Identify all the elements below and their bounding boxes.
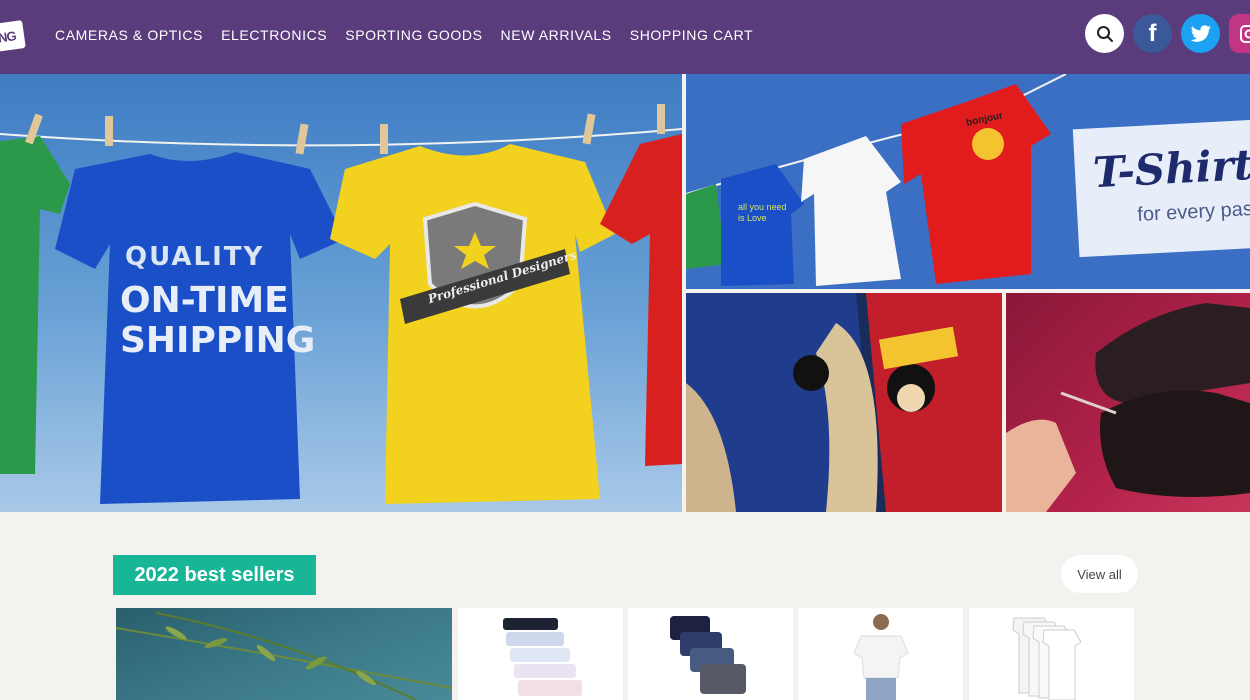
hero-jackets-banner[interactable] <box>686 293 1002 512</box>
best-sellers-heading-text: 2022 best sellers <box>134 563 295 586</box>
search-icon <box>1096 25 1113 42</box>
product-card-featured[interactable] <box>116 608 452 700</box>
nav-sporting-goods[interactable]: SPORTING GOODS <box>345 27 482 43</box>
product-card-boxer-briefs[interactable] <box>628 608 793 700</box>
varsity-jackets-image <box>686 293 1002 512</box>
hero-shirt-line3: SHIPPING <box>120 320 316 361</box>
view-all-button[interactable]: View all <box>1061 555 1138 593</box>
hero-shirt-line2: ON-TIME <box>120 280 289 321</box>
clothesline-illustration <box>0 104 682 504</box>
facebook-button[interactable]: f <box>1133 14 1172 53</box>
underwear-pack-image <box>503 618 582 696</box>
white-tee-model-image <box>853 614 909 700</box>
hero-shirt-line1: QUALITY <box>125 242 265 272</box>
nav-new-arrivals[interactable]: NEW ARRIVALS <box>501 27 612 43</box>
twitter-icon <box>1190 24 1211 42</box>
shoes-image <box>1006 303 1250 512</box>
facebook-icon: f <box>1148 19 1157 47</box>
tee-pack-image <box>1012 617 1082 700</box>
main-nav: CAMERAS & OPTICS ELECTRONICS SPORTING GO… <box>55 27 753 43</box>
product-card-white-tee[interactable] <box>798 608 963 700</box>
hero-shoes-banner[interactable] <box>1006 293 1250 512</box>
small-shirt-text: all you need is Love <box>738 202 787 223</box>
boxer-briefs-image <box>670 616 746 694</box>
site-header: NG CAMERAS & OPTICS ELECTRONICS SPORTING… <box>0 0 1250 74</box>
hero-main-banner[interactable]: QUALITY ON-TIME SHIPPING Professional De… <box>0 74 682 512</box>
olive-branch-image <box>116 612 452 700</box>
brand-logo-text: NG <box>0 28 17 46</box>
best-sellers-heading: 2022 best sellers <box>113 555 316 595</box>
nav-electronics[interactable]: ELECTRONICS <box>221 27 327 43</box>
brand-logo[interactable]: NG <box>0 20 26 52</box>
nav-shopping-cart[interactable]: SHOPPING CART <box>630 27 753 43</box>
instagram-button[interactable] <box>1229 14 1250 53</box>
nav-cameras-optics[interactable]: CAMERAS & OPTICS <box>55 27 203 43</box>
tshirts-sign: T-Shirts for every pas <box>1072 118 1250 258</box>
twitter-button[interactable] <box>1181 14 1220 53</box>
product-card-underwear[interactable] <box>458 608 623 700</box>
tshirts-sign-title: T-Shirts <box>1091 138 1250 198</box>
instagram-icon <box>1239 24 1250 43</box>
tshirts-sign-subtitle: for every pas <box>1136 198 1250 227</box>
search-button[interactable] <box>1085 14 1124 53</box>
product-card-tee-pack[interactable] <box>969 608 1134 700</box>
